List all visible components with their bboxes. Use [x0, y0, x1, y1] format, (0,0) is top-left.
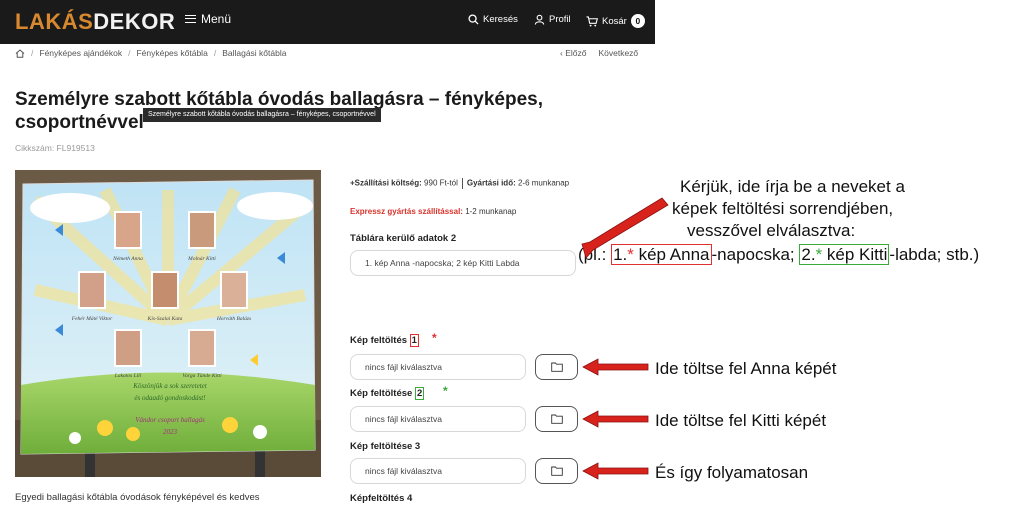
divider — [461, 178, 463, 189]
upload-3-label: Kép feltöltése 3 — [350, 441, 421, 452]
search-icon — [468, 14, 479, 25]
browse-button-3[interactable] — [535, 458, 578, 484]
title-tooltip: Személyre szabott kőtábla óvodás ballagá… — [143, 108, 381, 122]
breadcrumb-separator: / — [128, 48, 131, 58]
photo-name-3: Fehér Máté Viktor — [71, 316, 113, 322]
next-link[interactable]: Következő — [598, 48, 638, 58]
upload-hint-2: Ide töltse fel Kitti képét — [655, 411, 827, 430]
cart-button[interactable]: Kosár 0 — [586, 14, 645, 28]
product-description: Egyedi ballagási kőtábla óvodások fényké… — [15, 492, 260, 503]
prev-link[interactable]: ‹ Előző — [560, 48, 586, 58]
arrow-to-upload-1 — [582, 358, 649, 376]
breadcrumb: / Fényképes ajándékok / Fényképes kőtábl… — [15, 48, 286, 58]
photo-text-4: 2023 — [163, 428, 178, 436]
menu-label: Menü — [201, 12, 232, 26]
names-input[interactable]: 1. kép Anna -napocska; 2 kép Kitti Labda — [350, 250, 576, 276]
upload-hint-3: És így folyamatosan — [655, 463, 809, 482]
photo-text-2: és odaadó gondoskodást! — [134, 394, 206, 402]
arrow-to-upload-3 — [582, 462, 649, 480]
cart-count-badge: 0 — [630, 14, 645, 28]
prev-next-nav: ‹ Előző Következő — [560, 48, 638, 58]
upload-4-label: Képfeltöltés 4 — [350, 493, 413, 504]
folder-icon — [550, 466, 563, 476]
photo-text-3: Vándor csoport ballagás — [135, 416, 205, 424]
instruction-line-3: vesszővel elválasztva: — [687, 221, 856, 240]
instruction-example: (pl.: 1.* kép Anna -napocska; 2.* kép Kit… — [578, 244, 980, 265]
site-logo[interactable]: LAKÁSDEKOR — [15, 9, 175, 35]
browse-button-1[interactable] — [535, 354, 578, 380]
instruction-line-1: Kérjük, ide írja be a neveket a — [680, 177, 905, 196]
breadcrumb-separator: / — [31, 48, 34, 58]
photo-text-1: Köszönjük a sok szeretetet — [132, 382, 207, 390]
instruction-line-2: képek feltöltési sorrendjében, — [672, 199, 894, 218]
photo-name-1: Németh Anna — [112, 256, 143, 262]
profile-label: Profil — [549, 14, 571, 25]
breadcrumb-item[interactable]: Ballagási kőtábla — [222, 48, 286, 58]
file-input-2[interactable]: nincs fájl kiválasztva — [350, 406, 526, 432]
file-input-1[interactable]: nincs fájl kiválasztva — [350, 354, 526, 380]
breadcrumb-item[interactable]: Fényképes ajándékok — [39, 48, 122, 58]
stone-plaque-illustration: Németh Anna Molnár Kitti Fehér Máté Vikt… — [15, 170, 321, 477]
required-star-1: * — [432, 331, 437, 345]
photo-name-5: Horváth Balázs — [216, 316, 251, 322]
profile-button[interactable]: Profil — [534, 14, 571, 25]
upload-2-label: Kép feltöltése 2 — [350, 387, 425, 400]
home-icon[interactable] — [15, 48, 25, 58]
product-image[interactable]: Németh Anna Molnár Kitti Fehér Máté Vikt… — [15, 170, 321, 477]
photo-name-7: Varga Tünde Kitti — [182, 373, 222, 379]
logo-part-1: LAKÁS — [15, 9, 94, 34]
photo-name-2: Molnár Kitti — [187, 256, 216, 262]
file-input-3[interactable]: nincs fájl kiválasztva — [350, 458, 526, 484]
cart-label: Kosár — [602, 15, 627, 27]
breadcrumb-separator: / — [213, 48, 217, 58]
product-sku: Cikkszám: FL919513 — [15, 143, 95, 153]
user-icon — [534, 14, 545, 25]
photo-name-4: Kis-Szalai Kata — [147, 316, 183, 322]
menu-button[interactable]: Menü — [185, 12, 231, 26]
required-star-2: * — [443, 384, 448, 398]
breadcrumb-item[interactable]: Fényképes kőtábla — [136, 48, 207, 58]
logo-part-2: DEKOR — [93, 9, 176, 34]
upload-hint-1: Ide töltse fel Anna képét — [655, 359, 837, 378]
arrow-to-upload-2 — [582, 410, 649, 428]
shipping-info: +Szállítási költség: 990 Ft-tól Gyártási … — [350, 178, 570, 189]
search-label: Keresés — [483, 14, 518, 25]
express-info: Expressz gyártás szállítással: 1-2 munka… — [350, 207, 517, 216]
folder-icon — [550, 414, 563, 424]
photo-name-6: Lakatos Lili — [114, 373, 142, 379]
search-button[interactable]: Keresés — [468, 14, 518, 25]
upload-1-label: Kép feltöltés 1 — [350, 334, 419, 347]
hamburger-icon — [185, 15, 196, 23]
top-navigation-bar: LAKÁSDEKOR Menü Keresés Profil Kosár 0 — [0, 0, 655, 44]
data-field-label: Táblára kerülő adatok 2 — [350, 233, 457, 244]
cart-icon — [586, 15, 598, 27]
browse-button-2[interactable] — [535, 406, 578, 432]
folder-icon — [550, 362, 563, 372]
